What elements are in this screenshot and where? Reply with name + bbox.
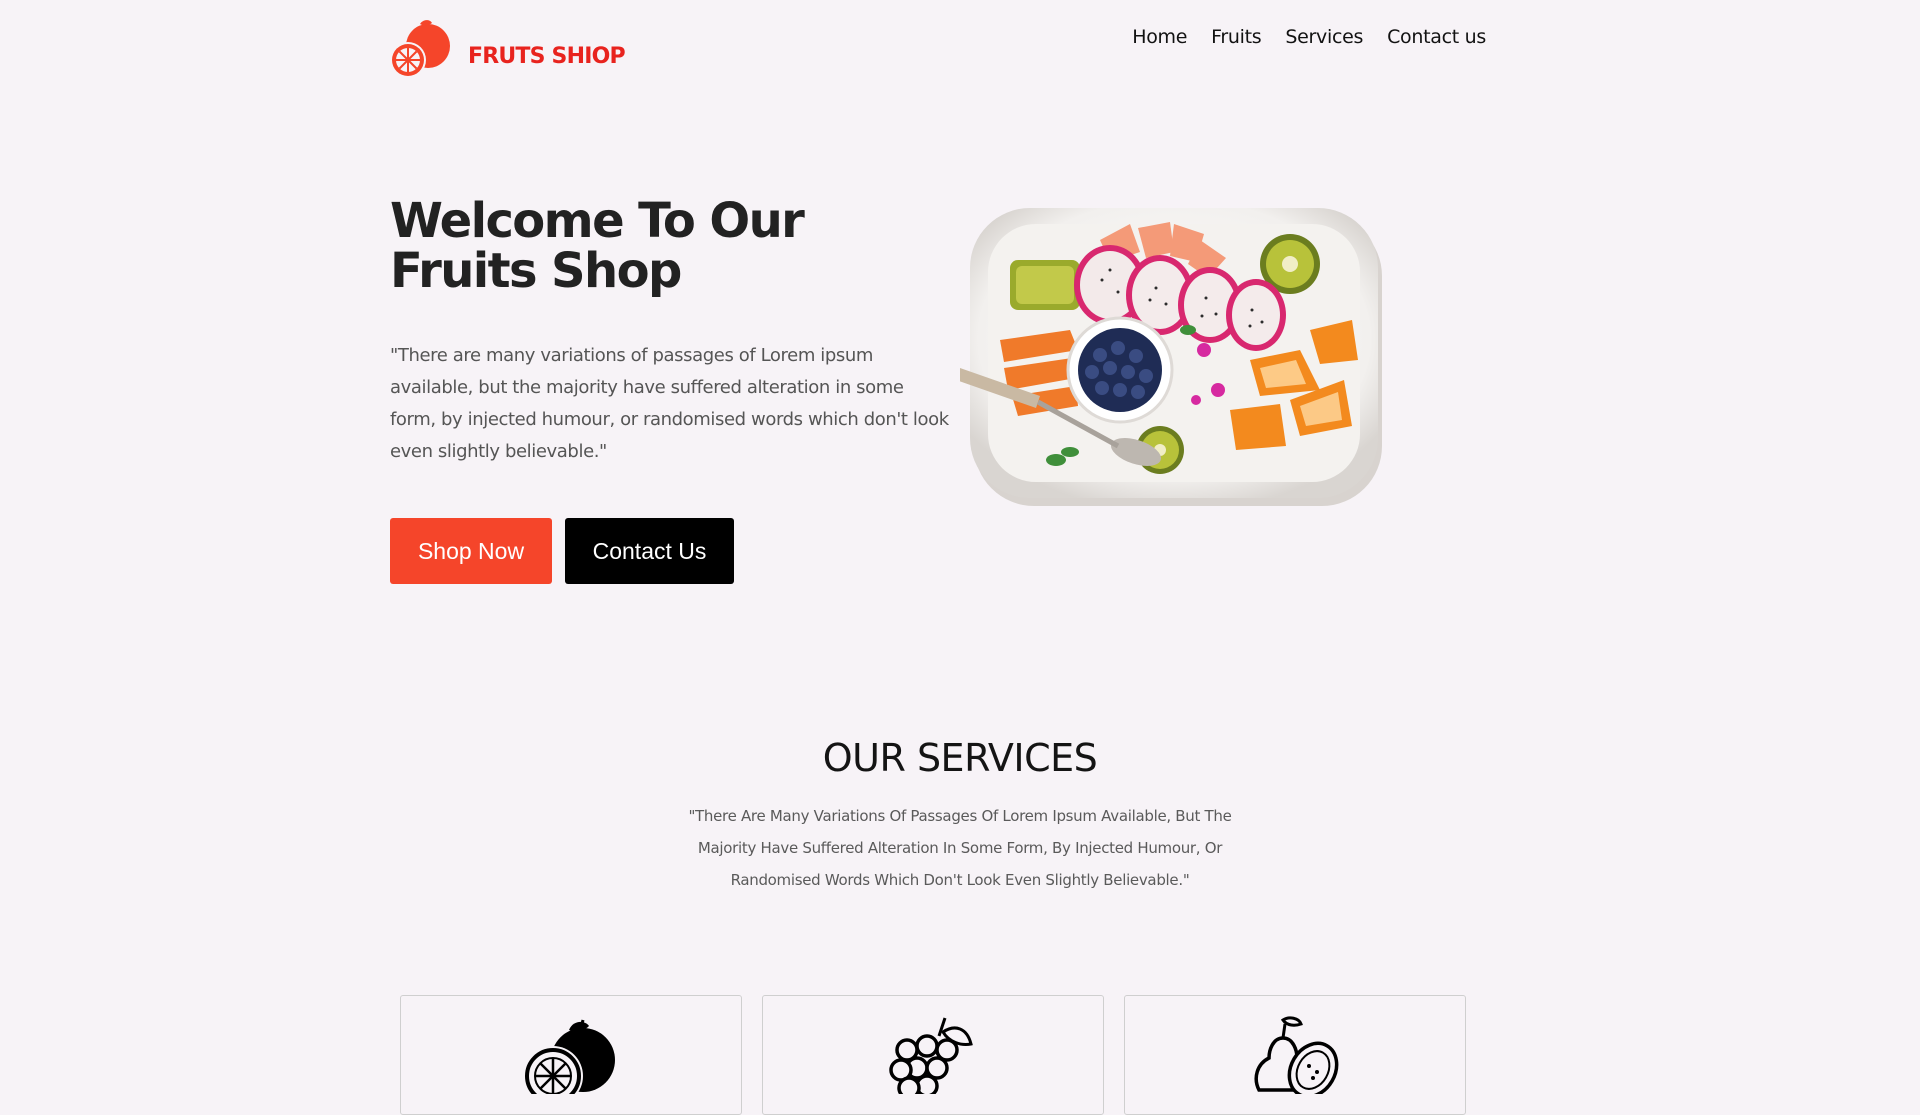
services-description: "There Are Many Variations Of Passages O…	[688, 807, 1232, 889]
service-card-orange[interactable]	[400, 995, 742, 1115]
main-nav: Home Fruits Services Contact us	[1132, 26, 1486, 48]
hero-title: Welcome To Our Fruits Shop	[390, 193, 805, 299]
nav-fruits[interactable]: Fruits	[1211, 26, 1262, 48]
hero-description: "There are many variations of passages o…	[390, 345, 949, 462]
nav-home[interactable]: Home	[1132, 26, 1187, 48]
service-card-lemon-pear[interactable]	[1124, 995, 1466, 1115]
nav-contact-us[interactable]: Contact us	[1387, 26, 1486, 48]
brand-logo[interactable]: FRUTS SHIOP	[390, 18, 626, 80]
grapes-icon	[889, 1017, 973, 1094]
orange-icon	[523, 1019, 615, 1094]
site-header: FRUTS SHIOP Home Fruits Services Contact…	[390, 18, 1486, 82]
orange-logo-icon	[390, 20, 450, 78]
service-card-grapes[interactable]	[762, 995, 1104, 1115]
lemon-pear-icon	[1254, 1016, 1339, 1094]
fruit-platter-image	[960, 208, 1382, 506]
services-title: OUR SERVICES	[822, 736, 1098, 780]
contact-us-button[interactable]: Contact Us	[565, 518, 734, 584]
brand-name: FRUTS SHIOP	[468, 43, 626, 69]
shop-now-button[interactable]: Shop Now	[390, 518, 552, 584]
nav-services[interactable]: Services	[1285, 26, 1363, 48]
